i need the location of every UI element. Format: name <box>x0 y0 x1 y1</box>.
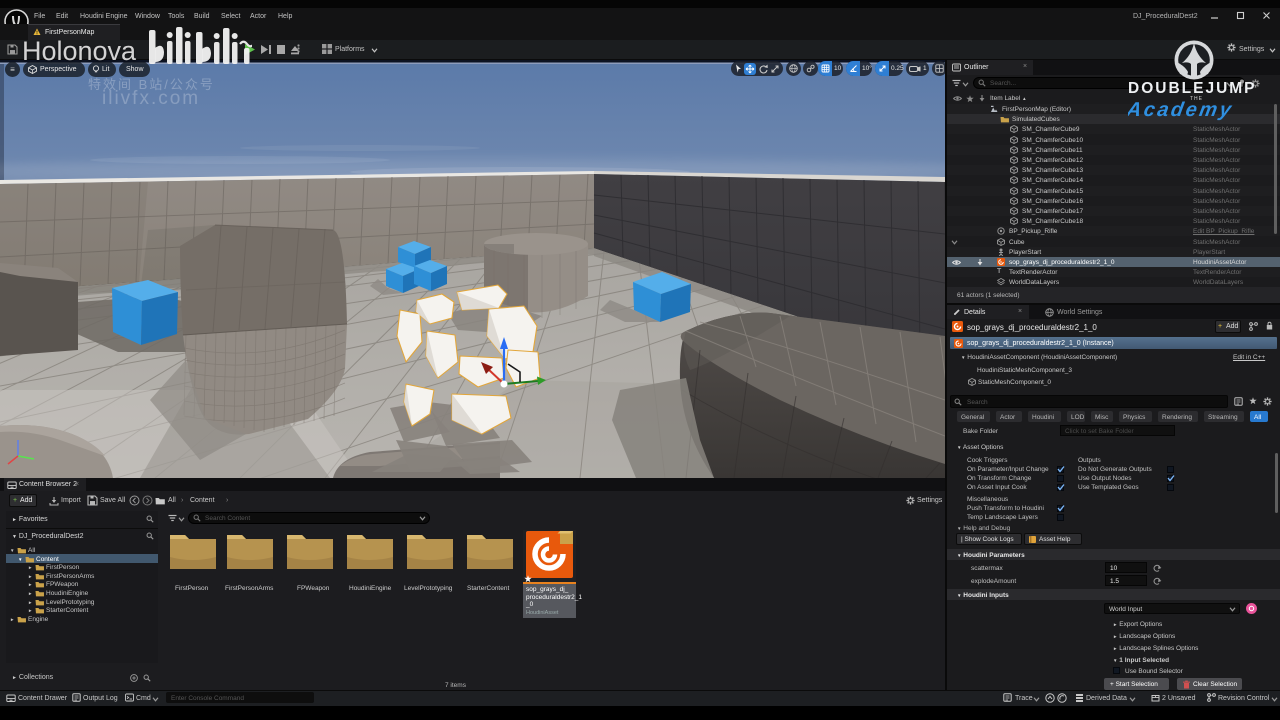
svg-text:DOUBLEJUMP: DOUBLEJUMP <box>1128 80 1257 97</box>
svg-text:Academy: Academy <box>1128 99 1235 121</box>
